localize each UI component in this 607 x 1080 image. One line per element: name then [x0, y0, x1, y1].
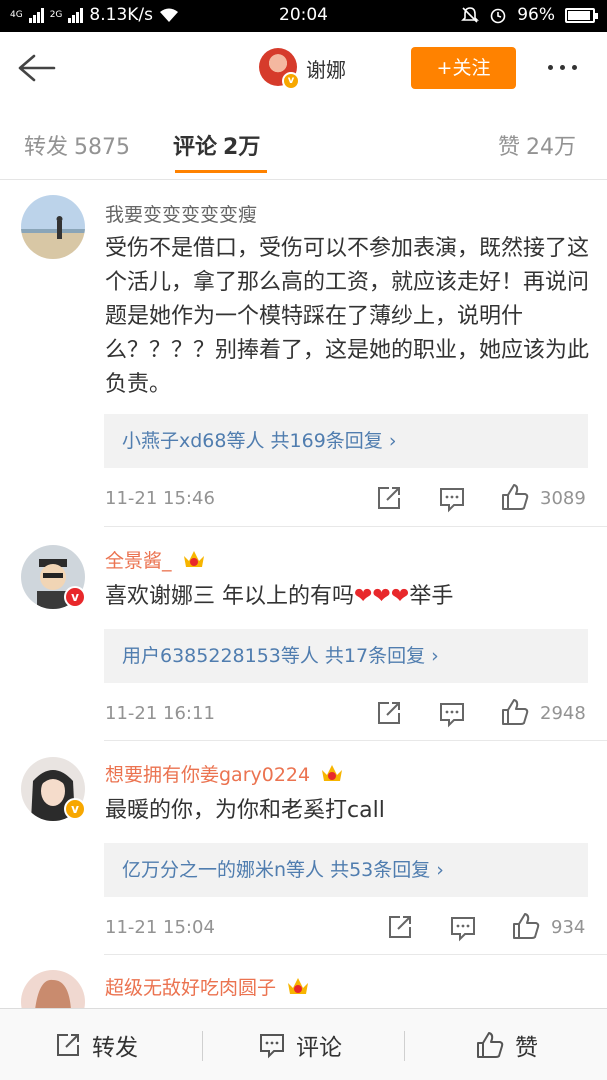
back-arrow-icon[interactable] — [14, 48, 58, 88]
tab-likes-label: 赞 — [498, 135, 521, 160]
divider — [404, 1031, 405, 1061]
comment-time: 11-21 15:46 — [105, 488, 215, 509]
commenter-name[interactable]: 想要拥有你姜gary0224 — [105, 764, 310, 786]
bottom-action-bar: 转发 评论 赞 — [0, 1008, 607, 1080]
tab-comments-label: 评论 — [173, 135, 218, 160]
commenter-name-row: 想要拥有你姜gary0224 — [105, 760, 344, 787]
repost-icon — [57, 1034, 79, 1056]
comment-icon[interactable] — [438, 485, 466, 513]
thumbs-up-icon — [477, 1032, 504, 1058]
mute-icon — [461, 7, 480, 23]
repost-label: 转发 — [92, 1035, 138, 1061]
comment-button[interactable]: 评论 — [258, 1009, 342, 1080]
share-icon[interactable] — [375, 699, 403, 727]
commenter-avatar[interactable] — [21, 195, 85, 259]
thumbs-up-icon[interactable] — [500, 697, 530, 727]
active-tab-indicator — [175, 170, 267, 173]
like-count: 2948 — [540, 703, 586, 724]
comment-icon — [260, 1034, 284, 1059]
repost-button[interactable]: 转发 — [54, 1009, 138, 1080]
verified-icon: v — [64, 798, 86, 820]
commenter-name-row: 超级无敌好吃肉圆子 — [105, 973, 310, 1000]
reply-summary[interactable]: 亿万分之一的娜米n等人 共53条回复 › — [104, 843, 588, 897]
divider — [104, 526, 607, 527]
status-bar: 4G 2G 8.13K/s 20:04 96% — [0, 0, 607, 32]
reply-summary[interactable]: 用户6385228153等人 共17条回复 › — [104, 629, 588, 683]
comment-text: 最暖的你，为你和老奚打call — [105, 798, 385, 823]
divider — [104, 954, 607, 955]
share-icon[interactable] — [386, 913, 414, 941]
status-right: 96% — [461, 5, 598, 25]
commenter-name[interactable]: 超级无敌好吃肉圆子 — [105, 977, 276, 999]
share-icon[interactable] — [375, 484, 403, 512]
divider — [104, 740, 607, 741]
heart-emoji-icon: ❤❤❤ — [354, 584, 410, 609]
tab-likes[interactable]: 赞 24万 — [498, 129, 576, 161]
more-dots-icon[interactable] — [548, 65, 577, 70]
user-name[interactable]: 谢娜 — [306, 54, 346, 83]
comment-time: 11-21 15:04 — [105, 917, 215, 938]
like-count: 3089 — [540, 488, 586, 509]
like-label: 赞 — [515, 1035, 538, 1061]
nav-bar: v 谢娜 +关注 — [0, 32, 607, 104]
tab-comments-count: 2万 — [223, 135, 261, 160]
tab-repost[interactable]: 转发 5875 — [24, 129, 130, 161]
verified-icon: v — [282, 72, 300, 90]
crown-icon — [288, 978, 309, 994]
beach-photo-icon — [21, 216, 85, 239]
comment-text: 喜欢谢娜三 年以上的有吗❤❤❤举手 — [105, 580, 591, 614]
comment-icon[interactable] — [438, 700, 466, 728]
thumbs-up-icon[interactable] — [511, 911, 541, 941]
reply-summary[interactable]: 小燕子xd68等人 共169条回复 › — [104, 414, 588, 468]
commenter-name[interactable]: 我要变变变变变瘦 — [105, 200, 257, 227]
battery-percent: 96% — [517, 5, 555, 25]
comment-time: 11-21 16:11 — [105, 703, 215, 724]
alarm-icon — [490, 8, 506, 24]
comment-text: 受伤不是借口，受伤可以不参加表演，既然接了这个活儿，拿了那么高的工资，就应该走好… — [105, 236, 590, 397]
tab-likes-count: 24万 — [526, 135, 577, 160]
follow-button[interactable]: +关注 — [411, 47, 516, 89]
comment-icon[interactable] — [449, 914, 477, 942]
tab-bar: 转发 5875 评论 2万 赞 24万 — [0, 104, 607, 180]
commenter-name-row: 全景酱_ — [105, 546, 206, 573]
divider — [202, 1031, 203, 1061]
crown-icon — [322, 765, 343, 781]
crown-icon — [183, 551, 204, 567]
like-count: 934 — [551, 917, 586, 938]
commenter-name[interactable]: 全景酱_ — [105, 550, 172, 572]
tab-repost-label: 转发 — [24, 135, 69, 160]
tab-comments[interactable]: 评论 2万 — [173, 129, 260, 161]
comment-label: 评论 — [296, 1035, 342, 1061]
verified-icon: v — [64, 586, 86, 608]
like-button[interactable]: 赞 — [475, 1009, 538, 1080]
comment-text-part: 举手 — [409, 584, 454, 609]
battery-icon — [565, 7, 598, 23]
thumbs-up-icon[interactable] — [500, 482, 530, 512]
comment-text-part: 喜欢谢娜三 年以上的有吗 — [105, 584, 354, 609]
tab-repost-count: 5875 — [74, 135, 131, 160]
